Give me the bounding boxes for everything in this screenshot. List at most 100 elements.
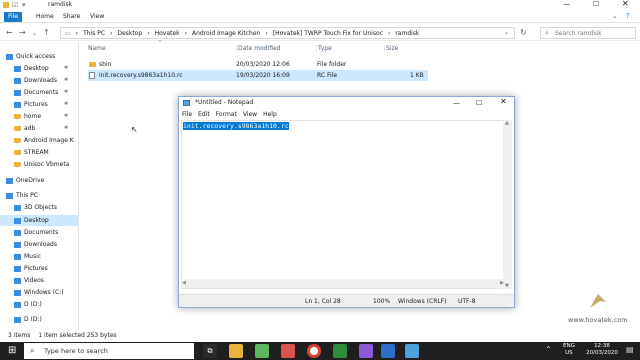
vertical-scrollbar[interactable]: ▲ ▼	[503, 120, 512, 289]
notepad-taskbar-icon[interactable]	[405, 344, 419, 358]
column-type[interactable]: Type	[316, 45, 332, 52]
close-button[interactable]: ✕	[622, 0, 629, 8]
red-app-taskbar-icon[interactable]	[281, 344, 295, 358]
sidebar-item[interactable]: Documents	[0, 227, 78, 238]
menu-help[interactable]: Help	[263, 110, 277, 120]
sidebar-item[interactable]: D (D:)	[0, 314, 78, 325]
scroll-left-icon[interactable]: ◀	[182, 280, 186, 286]
sidebar-item[interactable]: Music	[0, 251, 78, 262]
scroll-right-icon[interactable]: ▶	[500, 280, 504, 286]
breadcrumb-desktop[interactable]: Desktop	[117, 30, 142, 37]
chrome-taskbar-icon[interactable]	[307, 344, 321, 358]
sidebar-item[interactable]: 3D Objects	[0, 202, 78, 213]
sidebar-item[interactable]: Downloads ✱	[0, 75, 78, 86]
up-arrow-icon[interactable]: ↑	[43, 28, 50, 37]
help-icon[interactable]: ?	[626, 12, 630, 20]
sidebar-item[interactable]: home ✱	[0, 111, 78, 122]
search-input[interactable]: ⌕ Search ramdisk	[540, 27, 636, 39]
menu-view[interactable]: View	[243, 110, 257, 120]
scroll-up-icon[interactable]: ▲	[505, 120, 509, 126]
file-row[interactable]: init.recovery.s9863a1h10.rc 19/03/2020 1…	[88, 70, 428, 81]
sidebar-item[interactable]: D (D:)	[0, 299, 78, 310]
app-taskbar-icon[interactable]	[359, 344, 373, 358]
windows-start-icon[interactable]: ⊞	[8, 345, 16, 356]
sidebar-item[interactable]: Android Image K	[0, 135, 78, 146]
sidebar-item[interactable]: Pictures ✱	[0, 99, 78, 110]
maximize-button[interactable]: ☐	[593, 0, 599, 8]
sidebar-item-label: Downloads	[24, 77, 57, 84]
android-taskbar-icon[interactable]	[255, 344, 269, 358]
breadcrumb-android-image-kitchen[interactable]: Android Image Kitchen	[192, 30, 260, 37]
selected-text: init.recovery.s9863a1h10.rc	[183, 122, 289, 130]
search-icon: ⌕	[30, 346, 35, 355]
search-placeholder: Search ramdisk	[555, 30, 602, 37]
column-size[interactable]: Size	[384, 45, 398, 52]
quick-toolbar-dropdown-icon[interactable]: ▾	[22, 1, 26, 9]
menu-edit[interactable]: Edit	[198, 110, 210, 120]
search-icon: ⌕	[545, 29, 549, 37]
app-taskbar-icon[interactable]	[333, 344, 347, 358]
sidebar-item[interactable]: Unisoc Vbmeta	[0, 159, 78, 170]
notepad-minimize-button[interactable]: —	[453, 97, 460, 109]
menu-format[interactable]: Format	[216, 110, 237, 120]
task-view-icon[interactable]: ⧉	[203, 344, 217, 358]
input-language[interactable]: ENG US	[563, 343, 575, 357]
notepad-maximize-button[interactable]: ☐	[476, 97, 482, 109]
app-taskbar-icon[interactable]	[381, 344, 395, 358]
breadcrumb-hovatek[interactable]: Hovatek	[155, 30, 180, 37]
clock-date: 20/03/2020	[586, 350, 618, 356]
sidebar-item[interactable]: This PC	[0, 190, 78, 201]
sidebar-item[interactable]: OneDrive	[0, 175, 78, 186]
sidebar-item[interactable]: Documents ✱	[0, 87, 78, 98]
recent-locations-icon[interactable]: ⌄	[32, 30, 37, 37]
file-explorer-taskbar-icon[interactable]	[229, 344, 243, 358]
sidebar-item[interactable]: Pictures	[0, 263, 78, 274]
notepad-text-area[interactable]: init.recovery.s9863a1h10.rc	[181, 120, 505, 289]
address-row: ← → ⌄ ↑ ▭ › This PC › Desktop › Hovatek …	[0, 24, 640, 41]
address-dropdown-icon[interactable]: ⌄	[504, 29, 509, 36]
mouse-cursor-icon: ↖	[131, 125, 138, 134]
column-date-modified[interactable]: Date modified	[236, 45, 281, 52]
refresh-icon[interactable]: ↻	[520, 28, 527, 37]
scroll-down-icon[interactable]: ▼	[505, 283, 509, 289]
minimize-button[interactable]: —	[563, 0, 570, 8]
address-bar[interactable]: ▭ › This PC › Desktop › Hovatek › Androi…	[60, 27, 515, 39]
sidebar-item[interactable]: Videos	[0, 275, 78, 286]
horizontal-scrollbar[interactable]: ◀ ▶	[181, 279, 505, 288]
breadcrumb-ramdisk[interactable]: ramdisk	[395, 30, 419, 37]
taskbar-search-box[interactable]: ⌕ Type here to search	[24, 343, 194, 359]
notepad-window[interactable]: *Untitled - Notepad — ☐ ✕ File Edit Form…	[178, 96, 515, 308]
region-code: US	[565, 350, 573, 356]
quick-toolbar-icon[interactable]: ☑	[12, 1, 18, 9]
menu-file[interactable]: File	[182, 110, 192, 120]
tab-file[interactable]: File	[4, 12, 23, 22]
sidebar-item[interactable]: Downloads	[0, 239, 78, 250]
tab-home[interactable]: Home	[32, 12, 58, 22]
sidebar-item[interactable]: STREAM	[0, 147, 78, 158]
column-name[interactable]: Name	[88, 45, 106, 52]
forward-arrow-icon[interactable]: →	[19, 28, 26, 37]
clock[interactable]: 12:38 20/03/2020	[584, 343, 620, 357]
tab-view[interactable]: View	[86, 12, 108, 22]
sidebar-item[interactable]: Desktop ✱	[0, 63, 78, 74]
ribbon-expand-icon[interactable]: ⌄	[612, 12, 618, 20]
back-arrow-icon[interactable]: ←	[6, 28, 13, 37]
sidebar-item[interactable]: adb ✱	[0, 123, 78, 134]
sidebar-item[interactable]: Windows (C:)	[0, 287, 78, 298]
sidebar-item-label: STREAM	[24, 149, 49, 156]
clock-time: 12:38	[594, 343, 610, 349]
notification-icon[interactable]: ▤	[626, 345, 634, 354]
breadcrumb-this-pc[interactable]: This PC	[83, 30, 105, 37]
sidebar-item[interactable]: Quick access	[0, 51, 78, 62]
sidebar-item[interactable]: Desktop	[0, 215, 78, 226]
file-row[interactable]: sbin 20/03/2020 12:06 File folder	[88, 59, 428, 70]
window-title: ramdisk	[48, 1, 73, 8]
navigation-pane: Quick access Desktop ✱ Downloads ✱ Documents ✱…	[0, 42, 79, 330]
pin-icon: ✱	[64, 113, 69, 119]
sidebar-item-label: Documents	[24, 229, 59, 236]
tab-share[interactable]: Share	[59, 12, 84, 22]
notepad-close-button[interactable]: ✕	[500, 96, 507, 108]
system-tray-icon[interactable]: ⌃	[545, 345, 552, 354]
cloud-icon	[6, 177, 13, 184]
breadcrumb-twrp-touch-fix[interactable]: [Hovatek] TWRP Touch Fix for Unisoc	[273, 30, 383, 37]
